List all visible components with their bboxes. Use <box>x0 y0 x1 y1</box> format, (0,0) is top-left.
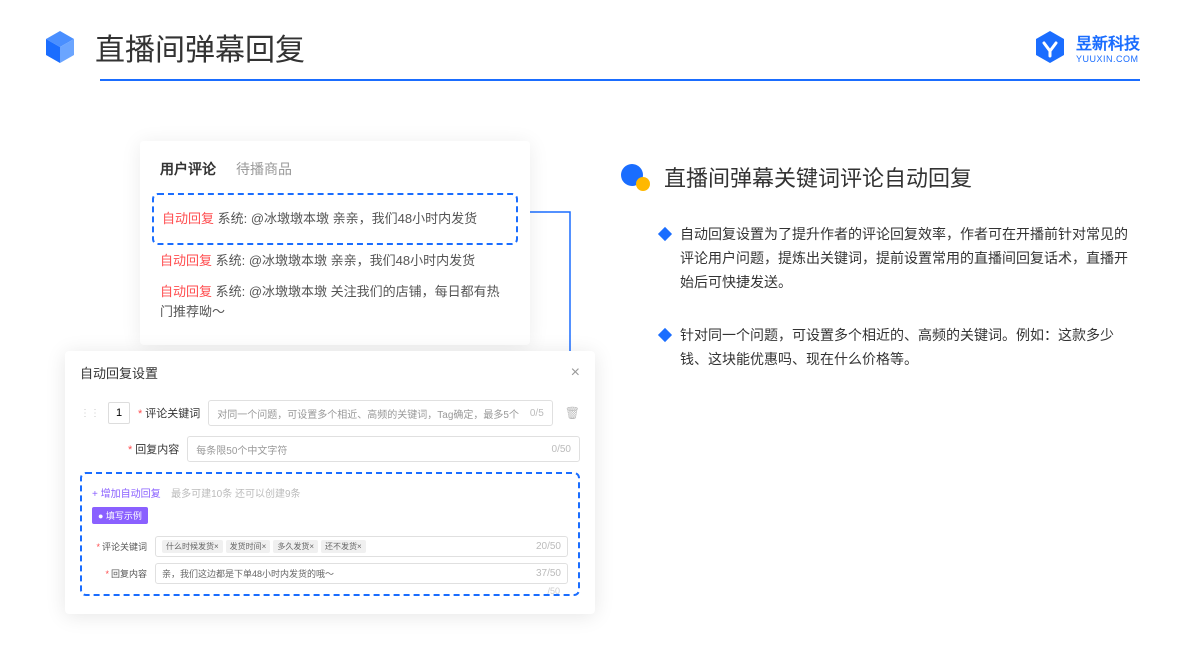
header-left: 直播间弹幕回复 <box>40 25 305 69</box>
tab-products[interactable]: 待播商品 <box>236 159 292 179</box>
section-title: 直播间弹幕关键词评论自动回复 <box>664 161 972 193</box>
add-reply-link[interactable]: + 增加自动回复 <box>92 485 161 500</box>
highlighted-reply: 自动回复 系统: @冰墩墩本墩 亲亲，我们48小时内发货 <box>152 193 518 245</box>
drag-icon[interactable]: ⋮⋮ <box>80 408 100 419</box>
modal-title: 自动回复设置 <box>80 363 158 382</box>
reply-item: 自动回复 系统: @冰墩墩本墩 亲亲，我们48小时内发货 <box>160 245 510 277</box>
section-header: 直播间弹幕关键词评论自动回复 <box>620 161 1140 193</box>
tab-comments[interactable]: 用户评论 <box>160 159 216 179</box>
reply-input[interactable]: 每条限50个中文字符 0/50 <box>187 436 580 462</box>
right-column: 直播间弹幕关键词评论自动回复 自动回复设置为了提升作者的评论回复效率，作者可在开… <box>620 141 1140 402</box>
brand-icon <box>1032 29 1068 65</box>
reply-item: 自动回复 系统: @冰墩墩本墩 关注我们的店铺，每日都有热门推荐呦～ <box>160 276 510 327</box>
chat-icon <box>620 161 652 193</box>
reply-label: *回复内容 <box>128 441 179 457</box>
example-reply-input[interactable]: 亲，我们这边都是下单48小时内发货的哦～ 37/50 <box>155 563 568 584</box>
cube-icon <box>40 27 80 67</box>
chip[interactable]: 还不发货× <box>321 540 366 553</box>
header: 直播间弹幕回复 昱新科技 YUUXIN.COM <box>0 0 1180 79</box>
diamond-icon <box>658 328 672 342</box>
comments-card: 用户评论 待播商品 自动回复 系统: @冰墩墩本墩 亲亲，我们48小时内发货 自… <box>140 141 530 345</box>
reply-item: 自动回复 系统: @冰墩墩本墩 亲亲，我们48小时内发货 <box>162 203 508 235</box>
chip[interactable]: 什么时候发货× <box>162 540 223 553</box>
keyword-row: ⋮⋮ *评论关键词 对同一个问题，可设置多个相近、高频的关键词，Tag确定，最多… <box>80 400 580 426</box>
index-input[interactable] <box>108 402 130 424</box>
tabs: 用户评论 待播商品 <box>160 159 510 179</box>
example-keyword-row: *评论关键词 什么时候发货× 发货时间× 多久发货× 还不发货× 20/50 <box>92 536 568 557</box>
bullet-item: 针对同一个问题，可设置多个相近的、高频的关键词。例如：这款多少钱、这块能优惠吗、… <box>620 324 1140 372</box>
left-column: 用户评论 待播商品 自动回复 系统: @冰墩墩本墩 亲亲，我们48小时内发货 自… <box>40 141 580 402</box>
close-icon[interactable]: × <box>571 364 580 382</box>
ghost-counter: /50 <box>547 586 560 596</box>
keyword-label: *评论关键词 <box>138 405 200 421</box>
example-keyword-input[interactable]: 什么时候发货× 发货时间× 多久发货× 还不发货× 20/50 <box>155 536 568 557</box>
settings-modal: 自动回复设置 × ⋮⋮ *评论关键词 对同一个问题，可设置多个相近、高频的关键词… <box>65 351 595 614</box>
keyword-input[interactable]: 对同一个问题，可设置多个相近、高频的关键词，Tag确定，最多5个 0/5 <box>208 400 552 426</box>
reply-row: *回复内容 每条限50个中文字符 0/50 <box>80 436 580 462</box>
chip[interactable]: 多久发货× <box>273 540 318 553</box>
brand-url: YUUXIN.COM <box>1076 54 1140 64</box>
example-reply-row: *回复内容 亲，我们这边都是下单48小时内发货的哦～ 37/50 <box>92 563 568 584</box>
page-title: 直播间弹幕回复 <box>95 25 305 69</box>
trash-icon[interactable]: 🗑 <box>565 406 580 420</box>
add-hint: 最多可建10条 还可以创建9条 <box>171 489 300 500</box>
brand-logo: 昱新科技 YUUXIN.COM <box>1032 29 1140 65</box>
example-box: + 增加自动回复 最多可建10条 还可以创建9条 ● 填写示例 *评论关键词 什… <box>80 472 580 596</box>
bullet-item: 自动回复设置为了提升作者的评论回复效率，作者可在开播前针对常见的评论用户问题，提… <box>620 223 1140 294</box>
chip[interactable]: 发货时间× <box>226 540 271 553</box>
brand-name: 昱新科技 <box>1076 30 1140 54</box>
diamond-icon <box>658 227 672 241</box>
example-badge: ● 填写示例 <box>92 507 148 524</box>
